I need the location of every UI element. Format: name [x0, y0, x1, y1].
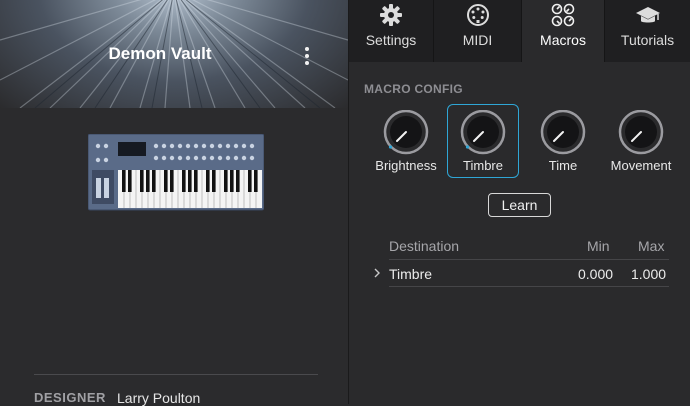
macro-config-title: MACRO CONFIG: [364, 82, 463, 96]
midi-connector-icon: [466, 4, 489, 26]
gear-icon: [380, 4, 402, 26]
column-header-max: Max: [638, 238, 665, 254]
divider: [389, 259, 669, 260]
preset-artwork: Demon Vault: [0, 0, 348, 108]
macro-knob-brightness[interactable]: Brightness: [370, 104, 442, 178]
macros-knobs-icon: [551, 3, 575, 27]
column-header-destination: Destination: [389, 238, 460, 254]
macro-knob-time[interactable]: Time: [527, 104, 599, 178]
knob-icon: [383, 110, 429, 155]
dot: [305, 61, 309, 65]
row-destination: Timbre: [389, 266, 433, 282]
divider: [34, 374, 318, 375]
tab-bar: Settings MIDI Macros Tutorials: [349, 0, 690, 62]
synth-image: [87, 133, 265, 217]
preset-panel: Demon Vault DESIGNER Larry Poulton: [0, 0, 349, 406]
row-max: 1.000: [631, 266, 667, 282]
knob-label: Movement: [610, 158, 672, 173]
macro-knob-movement[interactable]: Movement: [605, 104, 677, 178]
divider: [389, 286, 669, 287]
row-min: 0.000: [578, 266, 614, 282]
dot: [305, 54, 309, 58]
macros-panel: Settings MIDI Macros Tutorials MACRO CON…: [349, 0, 690, 404]
knob-label: Brightness: [375, 158, 437, 173]
knob-label: Timbre: [463, 158, 503, 173]
macro-knob-timbre[interactable]: Timbre: [447, 104, 519, 178]
tab-macros[interactable]: Macros: [522, 0, 604, 62]
tab-label: Settings: [365, 32, 417, 48]
knob-label: Time: [548, 158, 578, 173]
chevron-right-icon[interactable]: [373, 268, 381, 278]
tab-label: Macros: [540, 32, 586, 48]
designer-label: DESIGNER: [34, 390, 106, 405]
tab-tutorials[interactable]: Tutorials: [605, 0, 690, 62]
tab-label: MIDI: [462, 32, 493, 48]
learn-button[interactable]: Learn: [488, 193, 551, 217]
dot: [305, 47, 309, 51]
knob-icon: [540, 110, 586, 155]
tab-midi[interactable]: MIDI: [434, 0, 521, 62]
knob-icon: [460, 110, 506, 155]
graduation-cap-icon: [635, 7, 660, 23]
column-header-min: Min: [587, 238, 610, 254]
tab-settings[interactable]: Settings: [349, 0, 433, 62]
more-options-button[interactable]: [298, 44, 316, 68]
tab-label: Tutorials: [620, 32, 675, 48]
preset-title: Demon Vault: [108, 44, 212, 63]
table-row[interactable]: Timbre 0.000 1.000: [369, 262, 669, 286]
knob-icon: [618, 110, 664, 155]
